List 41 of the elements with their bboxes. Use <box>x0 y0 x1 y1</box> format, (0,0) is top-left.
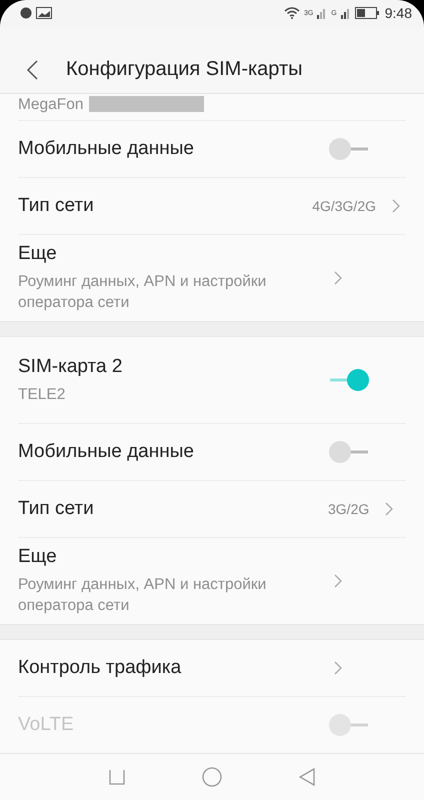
settings-row[interactable]: SIM-карта 2 TELE2 <box>18 337 406 424</box>
chevron-icon <box>392 199 400 214</box>
settings-row[interactable]: Еще Роуминг данных, APN и настройки оператора сети <box>18 538 406 624</box>
setting-label: Тип сети <box>18 195 95 218</box>
setting-description: Роуминг данных, APN и настройки оператора сети <box>18 272 268 314</box>
recent-apps-icon[interactable] <box>108 769 125 786</box>
settings-row[interactable]: Тип сети 4G/3G/2G <box>18 178 406 236</box>
setting-label: Мобильные данные <box>18 138 195 160</box>
toggle-switch[interactable] <box>328 137 370 162</box>
settings-row[interactable]: Тип сети 3G/2G <box>18 481 406 538</box>
back-icon[interactable] <box>26 60 38 80</box>
carrier-name: MegaFon <box>18 95 84 116</box>
settings-row[interactable]: Еще Роуминг данных, APN и настройки оператора сети <box>18 235 406 322</box>
toggle-switch[interactable] <box>328 440 370 464</box>
setting-label: Контроль трафика <box>18 657 182 680</box>
setting-description: TELE2 <box>18 384 66 405</box>
wifi-icon <box>284 7 300 20</box>
setting-label: Еще <box>18 546 58 568</box>
setting-value: 3G/2G <box>328 501 370 518</box>
setting-label: Еще <box>18 243 58 266</box>
battery-icon <box>354 7 379 20</box>
setting-label: Мобильные данные <box>18 441 195 464</box>
chevron-icon <box>334 271 342 286</box>
setting-label: Тип сети <box>18 498 95 520</box>
notification-dot-icon <box>20 7 32 20</box>
image-icon <box>36 7 52 20</box>
settings-row[interactable]: Мобильные данные <box>18 121 406 178</box>
chevron-icon <box>334 661 342 676</box>
page-title: Конфигурация SIM-карты <box>66 58 303 82</box>
signal-icon <box>340 7 351 20</box>
clock-time: 9:48 <box>384 5 412 22</box>
chevron-icon <box>385 502 394 516</box>
setting-value: 4G/3G/2G <box>312 198 376 214</box>
chevron-icon <box>334 574 342 588</box>
toggle-switch[interactable] <box>328 368 370 392</box>
signal-icon <box>317 7 328 20</box>
home-icon[interactable] <box>202 767 222 788</box>
settings-row[interactable]: Контроль трафика <box>18 640 406 698</box>
setting-label: SIM-карта 2 <box>18 356 124 378</box>
settings-row[interactable]: Мобильные данные <box>18 424 406 482</box>
setting-description: Роуминг данных, APN и настройки оператора сети <box>18 575 268 616</box>
